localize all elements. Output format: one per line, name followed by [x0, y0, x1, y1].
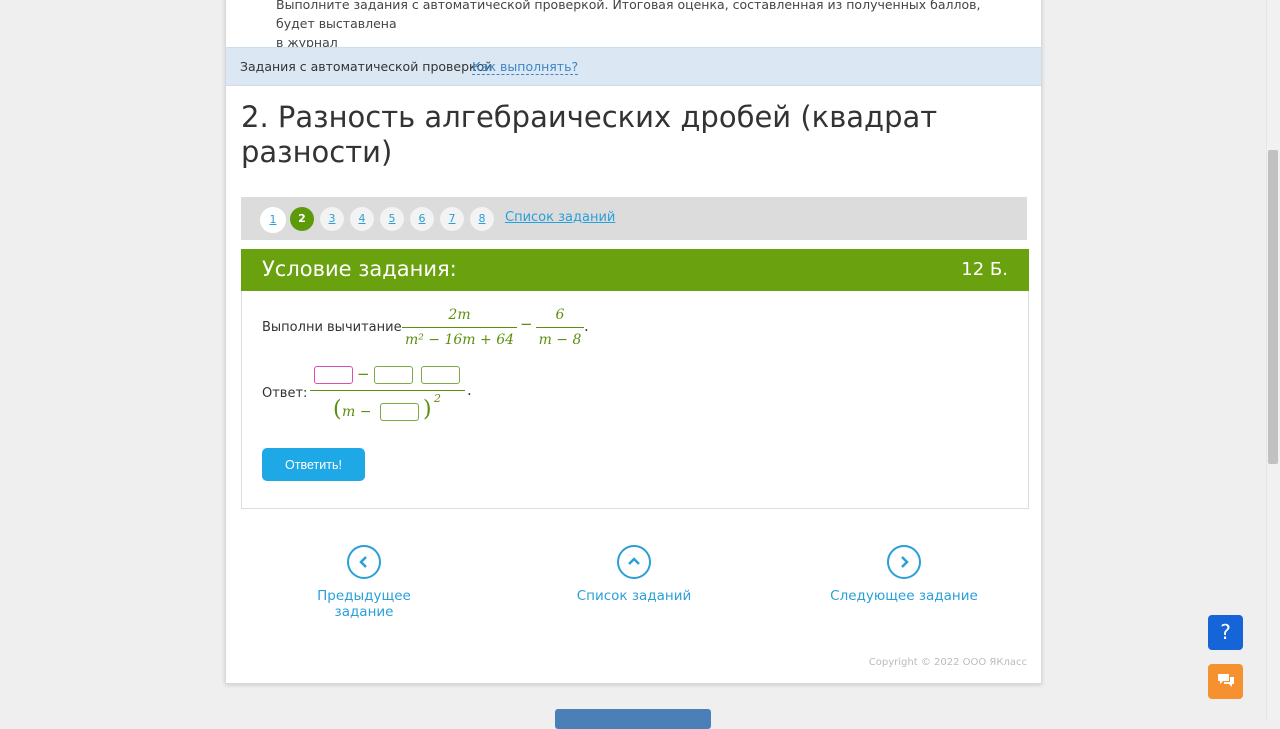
- next-task-label: Следующее задание: [830, 588, 978, 604]
- copyright: Copyright © 2022 ООО ЯКласс: [868, 657, 1027, 668]
- chevron-up-icon: [617, 545, 651, 579]
- answer-period: .: [467, 381, 472, 399]
- page-title: 2. Разность алгебраических дробей (квадр…: [241, 100, 938, 169]
- content-card: Выполните задания с автоматической прове…: [225, 0, 1042, 684]
- fraction-1-numerator: 2m: [448, 307, 471, 323]
- page-8-link[interactable]: 8: [470, 207, 494, 231]
- answer-den-m: m −: [342, 404, 372, 420]
- answer-exponent: 2: [434, 392, 441, 405]
- chevron-left-icon: [347, 545, 381, 579]
- chat-button[interactable]: [1208, 664, 1243, 699]
- how-to-link[interactable]: Как выполнять?: [472, 59, 579, 75]
- bottom-button[interactable]: [555, 709, 711, 729]
- minus-sign: −: [520, 315, 533, 333]
- period: .: [584, 317, 589, 335]
- intro-line-1: Выполните задания с автоматической прове…: [276, 0, 981, 31]
- fraction-2-numerator: 6: [555, 307, 565, 323]
- task-list-nav[interactable]: Список заданий: [559, 545, 709, 604]
- page-2-current[interactable]: 2: [290, 207, 314, 231]
- submit-answer-button[interactable]: Ответить!: [262, 448, 365, 481]
- chevron-right-icon: [887, 545, 921, 579]
- task-pager: 1 2 3 4 5 6 7 8 Список заданий: [241, 197, 1027, 240]
- answer-input-3[interactable]: [421, 366, 460, 384]
- question-text: Выполни вычитание: [262, 320, 402, 335]
- info-bar: Задания с автоматической проверкой Как в…: [226, 47, 1041, 86]
- page-1-link[interactable]: 1: [260, 207, 286, 233]
- answer-label: Ответ:: [262, 386, 308, 401]
- task-panel: Условие задания: 12 Б. Выполни вычитание…: [241, 249, 1029, 509]
- task-list-nav-label: Список заданий: [576, 588, 692, 604]
- page-4-link[interactable]: 4: [350, 207, 374, 231]
- task-header: Условие задания: 12 Б.: [241, 249, 1029, 291]
- answer-minus: −: [357, 365, 370, 383]
- intro-text: Выполните задания с автоматической прове…: [276, 0, 1016, 52]
- fraction-1: 2m m² − 16m + 64: [402, 305, 517, 350]
- fraction-1-denominator: m² − 16m + 64: [404, 332, 515, 348]
- next-task-nav[interactable]: Следующее задание: [829, 545, 979, 604]
- task-list-link[interactable]: Список заданий: [505, 210, 615, 225]
- page-3-link[interactable]: 3: [320, 207, 344, 231]
- prev-task-label: Предыдущее задание: [317, 588, 411, 620]
- answer-input-4[interactable]: [380, 403, 419, 421]
- answer-den-open: (: [333, 397, 342, 422]
- fraction-1-bar: [402, 327, 517, 328]
- answer-input-1[interactable]: [314, 366, 353, 384]
- chat-icon: [1217, 674, 1234, 687]
- fraction-2: 6 m − 8: [536, 305, 584, 350]
- answer-den-close: ): [423, 397, 432, 422]
- scrollbar-thumb[interactable]: [1268, 150, 1278, 464]
- page-6-link[interactable]: 6: [410, 207, 434, 231]
- prev-task-nav[interactable]: Предыдущее задание: [289, 545, 439, 620]
- answer-fraction-bar: [310, 390, 465, 391]
- answer-input-2[interactable]: [374, 366, 413, 384]
- page-5-link[interactable]: 5: [380, 207, 404, 231]
- fraction-2-denominator: m − 8: [538, 332, 582, 348]
- page-7-link[interactable]: 7: [440, 207, 464, 231]
- info-bar-label: Задания с автоматической проверкой: [240, 59, 493, 74]
- help-button[interactable]: ?: [1208, 615, 1243, 650]
- fraction-2-bar: [536, 327, 584, 328]
- task-header-title: Условие задания:: [262, 257, 457, 281]
- task-points: 12 Б.: [961, 259, 1008, 280]
